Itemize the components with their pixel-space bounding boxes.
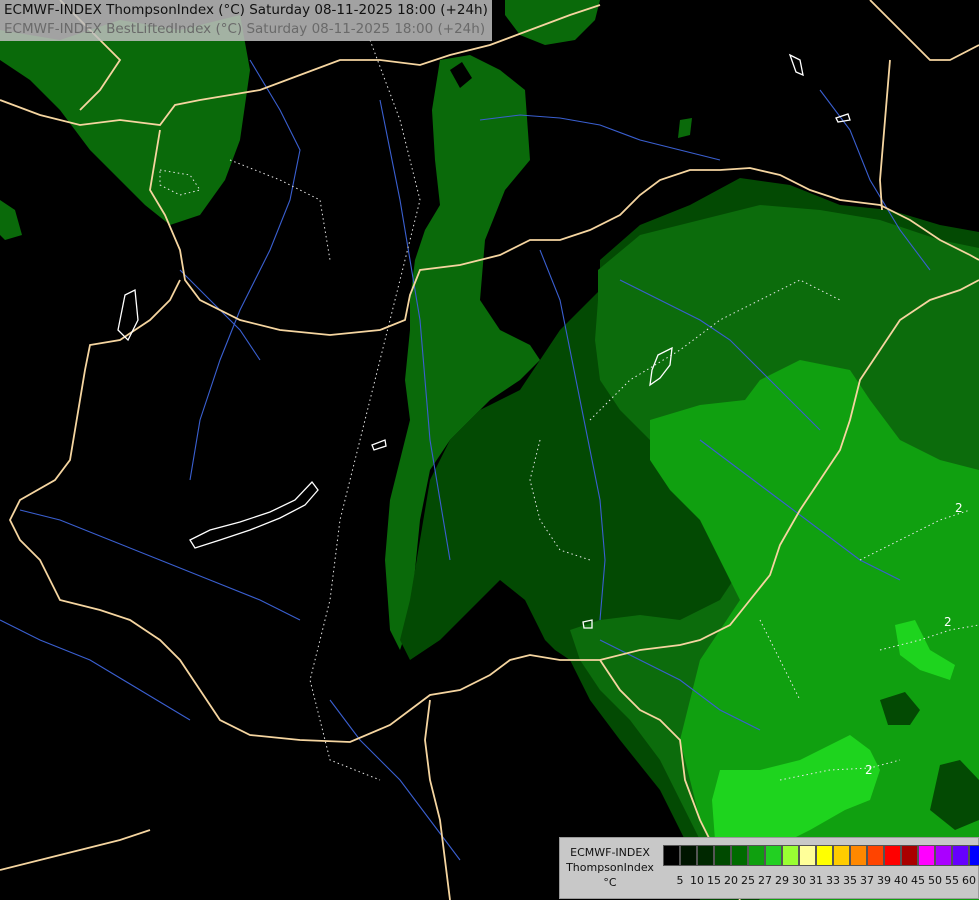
legend-tick-label: 55: [945, 874, 959, 887]
legend-swatch: [867, 845, 884, 866]
legend-tick-label: 35: [843, 874, 857, 887]
map-title-line-2: ECMWF-INDEX BestLiftedIndex (°C) Saturda…: [4, 21, 486, 37]
legend-tick-label: 40: [894, 874, 908, 887]
legend-swatch: [918, 845, 935, 866]
legend-swatch: [884, 845, 901, 866]
legend-tick-label: 15: [707, 874, 721, 887]
legend-tick-label: 50: [928, 874, 942, 887]
legend-tick-label: 29: [775, 874, 789, 887]
legend-parameter: ThompsonIndex: [566, 861, 654, 874]
weather-map: 2 2 2 ECMWF-INDEX ThompsonIndex (°C) Sat…: [0, 0, 979, 900]
legend-swatches: [663, 845, 979, 866]
legend-model: ECMWF-INDEX: [570, 846, 650, 859]
legend-swatch: [935, 845, 952, 866]
legend-swatch: [833, 845, 850, 866]
legend-swatch: [799, 845, 816, 866]
legend-tick-label: 27: [758, 874, 772, 887]
legend-tick-label: 33: [826, 874, 840, 887]
map-canvas: 2 2 2: [0, 0, 979, 900]
legend-swatch: [663, 845, 680, 866]
legend-swatch: [680, 845, 697, 866]
map-title-line-1: ECMWF-INDEX ThompsonIndex (°C) Saturday …: [4, 2, 488, 18]
legend-tick-label: 30: [792, 874, 806, 887]
legend-tick-label: 25: [741, 874, 755, 887]
legend-swatch: [765, 845, 782, 866]
contour-label-3: 2: [865, 763, 873, 777]
legend-swatch: [714, 845, 731, 866]
map-title-box: ECMWF-INDEX ThompsonIndex (°C) Saturday …: [0, 0, 492, 41]
legend-tick-label: 31: [809, 874, 823, 887]
legend-swatch: [952, 845, 969, 866]
legend-swatch: [748, 845, 765, 866]
legend-tick-label: 20: [724, 874, 738, 887]
legend-tick-label: 37: [860, 874, 874, 887]
legend-ticks: 5 10 15 20 25 27 29 30 31 33 35 37 39 40 45 50 55 60: [663, 874, 977, 890]
legend-unit: °C: [603, 876, 617, 889]
legend-swatch: [850, 845, 867, 866]
legend-tick-label: 5: [676, 874, 684, 887]
legend-label: ECMWF-INDEX ThompsonIndex °C: [560, 845, 660, 890]
legend-swatch: [782, 845, 799, 866]
legend-tick-label: 39: [877, 874, 891, 887]
legend-swatch: [901, 845, 918, 866]
contour-label-2: 2: [944, 615, 952, 629]
legend-swatch: [697, 845, 714, 866]
legend-swatch: [969, 845, 979, 866]
legend-tick-label: 10: [690, 874, 704, 887]
field-top-small: [678, 118, 692, 138]
legend-swatch: [816, 845, 833, 866]
legend-tick-label: 45: [911, 874, 925, 887]
legend-tick-label: 60: [962, 874, 976, 887]
legend: ECMWF-INDEX ThompsonIndex °C 5 10 15 20 25 27…: [559, 837, 979, 899]
legend-swatch: [731, 845, 748, 866]
contour-label-1: 2: [955, 501, 963, 515]
